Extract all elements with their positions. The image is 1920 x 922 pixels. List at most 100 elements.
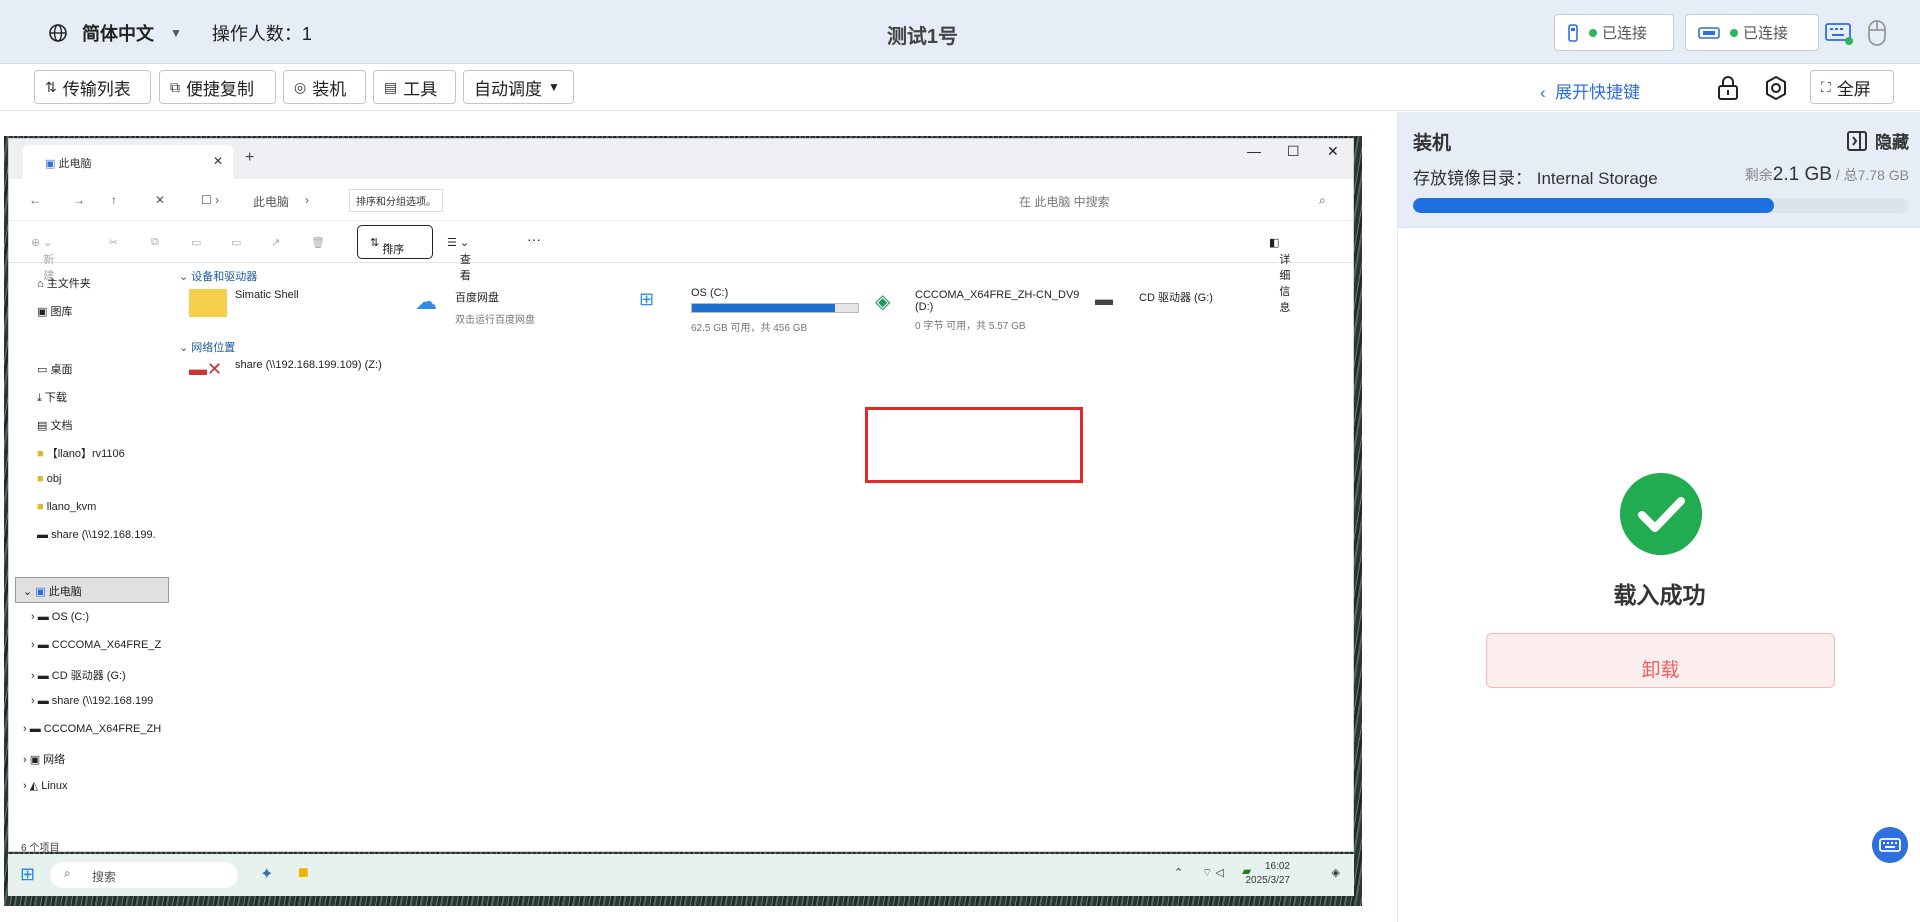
sort-button[interactable]: ⇅ 排序 ⌄ bbox=[357, 225, 433, 259]
close-window-icon[interactable]: ✕ bbox=[1327, 143, 1339, 160]
minimize-icon[interactable]: — bbox=[1247, 143, 1261, 159]
nav-this-pc[interactable]: ⌄ ▣ 此电脑 bbox=[23, 583, 82, 599]
close-tab-icon[interactable]: ✕ bbox=[213, 154, 223, 168]
storage-value: Internal Storage bbox=[1536, 169, 1658, 188]
install-panel: 装机 隐藏 存放镜像目录： Internal Storage 剩余2.1 GB … bbox=[1397, 112, 1920, 922]
taskbar-search-label: 搜索 bbox=[92, 870, 117, 884]
start-icon[interactable]: ⊞ bbox=[20, 864, 35, 885]
unlock-icon[interactable] bbox=[1714, 74, 1742, 102]
copy-icon[interactable]: ⧉ bbox=[151, 236, 159, 249]
fullscreen-label: 全屏 bbox=[1836, 79, 1871, 99]
item-cccoma[interactable]: ◈ CCCOMA_X64FRE_ZH-CN_DV9 (D:) 0 字节 可用，共 5… bbox=[875, 289, 1079, 332]
item-simatic[interactable]: Simatic Shell bbox=[189, 289, 299, 317]
item-baidu-label: 百度网盘 bbox=[455, 292, 499, 304]
nav-network[interactable]: › ▣ 网络 bbox=[23, 751, 65, 767]
unload-button[interactable]: 卸载 bbox=[1486, 633, 1835, 688]
item-baidu[interactable]: ☁ 百度网盘 双击运行百度网盘 bbox=[415, 289, 535, 326]
nav-downloads-label: 下载 bbox=[44, 392, 67, 404]
tray-chevron-icon[interactable]: ⌃ bbox=[1174, 866, 1183, 879]
keyboard-icon[interactable] bbox=[1824, 18, 1854, 48]
item-cd[interactable]: ▬ CD 驱动器 (G:) bbox=[1095, 289, 1213, 317]
paste-icon[interactable]: ▭ bbox=[191, 236, 201, 249]
nav-folder-obj-label: obj bbox=[46, 473, 62, 485]
hide-panel-button[interactable]: 隐藏 bbox=[1847, 128, 1909, 153]
share-icon[interactable]: ↗ bbox=[271, 236, 280, 249]
nav-linux[interactable]: › ◭ Linux bbox=[23, 779, 68, 792]
highlight-box bbox=[865, 407, 1083, 483]
nav-cccoma2[interactable]: › ▬ CCCOMA_X64FRE_ZH bbox=[23, 723, 161, 735]
breadcrumb-chevron-icon[interactable]: › bbox=[305, 193, 309, 207]
nav-share2[interactable]: › ▬ share (\\192.168.199 bbox=[31, 695, 153, 707]
forward-icon[interactable]: → bbox=[73, 193, 85, 207]
stop-icon[interactable]: ✕ bbox=[155, 193, 165, 207]
nav-downloads[interactable]: ⤓ 下载 bbox=[37, 389, 67, 405]
notification-icon[interactable]: ◈ bbox=[1332, 866, 1340, 879]
wifi-icon[interactable]: ⌔ ◁ bbox=[1202, 866, 1224, 880]
delete-icon[interactable]: 🗑 bbox=[311, 236, 325, 249]
nav-share2-label: share (\\192.168.199 bbox=[51, 695, 154, 707]
hide-label: 隐藏 bbox=[1875, 133, 1909, 152]
taskbar-search[interactable]: ⌕ 搜索 bbox=[50, 862, 238, 888]
os-usage-fill bbox=[692, 304, 835, 312]
cut-icon[interactable]: ✂ bbox=[109, 236, 118, 249]
transfer-icon: ⇅ bbox=[45, 78, 57, 95]
display-connection-status[interactable]: 已连接 bbox=[1685, 14, 1819, 51]
nav-home-label: 主文件夹 bbox=[46, 278, 91, 290]
toolbox-icon: ▤ bbox=[384, 78, 398, 95]
nav-folder-kvm-label: llano_kvm bbox=[46, 501, 97, 513]
breadcrumb[interactable]: 此电脑 bbox=[253, 193, 289, 210]
new-button[interactable]: ⊕ 新建 ⌄ bbox=[31, 236, 54, 282]
item-share[interactable]: ▬✕ share (\\192.168.199.109) (Z:) bbox=[189, 359, 382, 389]
item-simatic-label: Simatic Shell bbox=[235, 289, 299, 301]
nav-desktop[interactable]: ▭ 桌面 bbox=[37, 361, 72, 377]
install-label: 装机 bbox=[312, 79, 347, 99]
group-network[interactable]: ⌄ 网络位置 bbox=[179, 339, 235, 355]
nav-folder-kvm[interactable]: ■ llano_kvm bbox=[37, 501, 96, 513]
nav-documents[interactable]: ▤ 文档 bbox=[37, 417, 72, 433]
install-button[interactable]: ◎ 装机 bbox=[283, 70, 366, 104]
nav-share[interactable]: ▬ share (\\192.168.199. bbox=[37, 529, 156, 541]
expand-shortcuts-link[interactable]: ‹ 展开快捷键 bbox=[1540, 78, 1640, 103]
nav-folder-rv[interactable]: ■ 【llano】rv1106 bbox=[37, 445, 125, 461]
mouse-icon[interactable] bbox=[1862, 18, 1892, 48]
nav-gallery-label: 图库 bbox=[50, 306, 73, 318]
clock[interactable]: 16:02 2025/3/27 bbox=[1246, 860, 1291, 888]
nav-folder-obj[interactable]: ■ obj bbox=[37, 473, 61, 485]
more-icon[interactable]: ··· bbox=[527, 231, 541, 247]
remain-label: 剩余 bbox=[1744, 167, 1773, 183]
settings-icon[interactable] bbox=[1762, 74, 1790, 102]
auto-schedule-label: 自动调度 bbox=[474, 79, 542, 99]
tools-button[interactable]: ▤ 工具 bbox=[373, 70, 456, 104]
back-icon[interactable]: ← bbox=[29, 193, 41, 207]
nav-gallery[interactable]: ▣ 图库 bbox=[37, 303, 72, 319]
rename-icon[interactable]: ▭ bbox=[231, 236, 241, 249]
maximize-icon[interactable]: ☐ bbox=[1287, 143, 1300, 160]
app-icon[interactable]: ✦ bbox=[260, 864, 273, 884]
floating-keyboard-icon[interactable] bbox=[1872, 827, 1908, 863]
nav-os[interactable]: › ▬ OS (C:) bbox=[31, 611, 89, 623]
total-capacity: / 总7.78 GB bbox=[1831, 167, 1909, 183]
folder-icon: ■ bbox=[37, 473, 44, 485]
explorer-tab[interactable]: ▣ 此电脑 ✕ bbox=[23, 145, 233, 179]
auto-schedule-dropdown[interactable]: 自动调度 ▼ bbox=[463, 70, 574, 104]
nav-os-label: OS (C:) bbox=[51, 611, 90, 623]
quick-copy-button[interactable]: ⧉ 便捷复制 bbox=[159, 70, 276, 104]
search-input[interactable]: 在 此电脑 中搜索 bbox=[1019, 193, 1110, 210]
nav-home[interactable]: ⌂ 主文件夹 bbox=[37, 275, 91, 291]
usb-connection-status[interactable]: 已连接 bbox=[1554, 14, 1674, 51]
transfer-list-button[interactable]: ⇅ 传输列表 bbox=[34, 70, 151, 104]
item-cccoma-text: CCCOMA_X64FRE_ZH-CN_DV9 (D:) 0 字节 可用，共 5.5… bbox=[915, 289, 1079, 332]
search-icon[interactable]: ⌕ bbox=[1319, 193, 1326, 208]
details-button[interactable]: ◧ 详细信息 bbox=[1269, 236, 1290, 314]
folder-app-icon[interactable]: ■ bbox=[298, 862, 309, 883]
new-tab-icon[interactable]: + bbox=[245, 149, 254, 167]
nav-cd[interactable]: › ▬ CD 驱动器 (G:) bbox=[31, 667, 126, 683]
nav-cccoma[interactable]: › ▬ CCCOMA_X64FRE_Z bbox=[31, 639, 161, 651]
up-icon[interactable]: ↑ bbox=[111, 193, 117, 207]
group-devices[interactable]: ⌄ 设备和驱动器 bbox=[179, 268, 257, 284]
nav-network-label: 网络 bbox=[43, 754, 66, 766]
file-explorer-window[interactable]: ▣ 此电脑 ✕ + — ☐ ✕ ← → ↑ ✕ ☐ › 此电脑 › 排序和分组选… bbox=[8, 138, 1354, 854]
status-dot bbox=[1589, 28, 1597, 37]
fullscreen-button[interactable]: ⛶ 全屏 bbox=[1810, 70, 1894, 104]
view-button[interactable]: ☰ 查看 ⌄ bbox=[447, 236, 471, 282]
